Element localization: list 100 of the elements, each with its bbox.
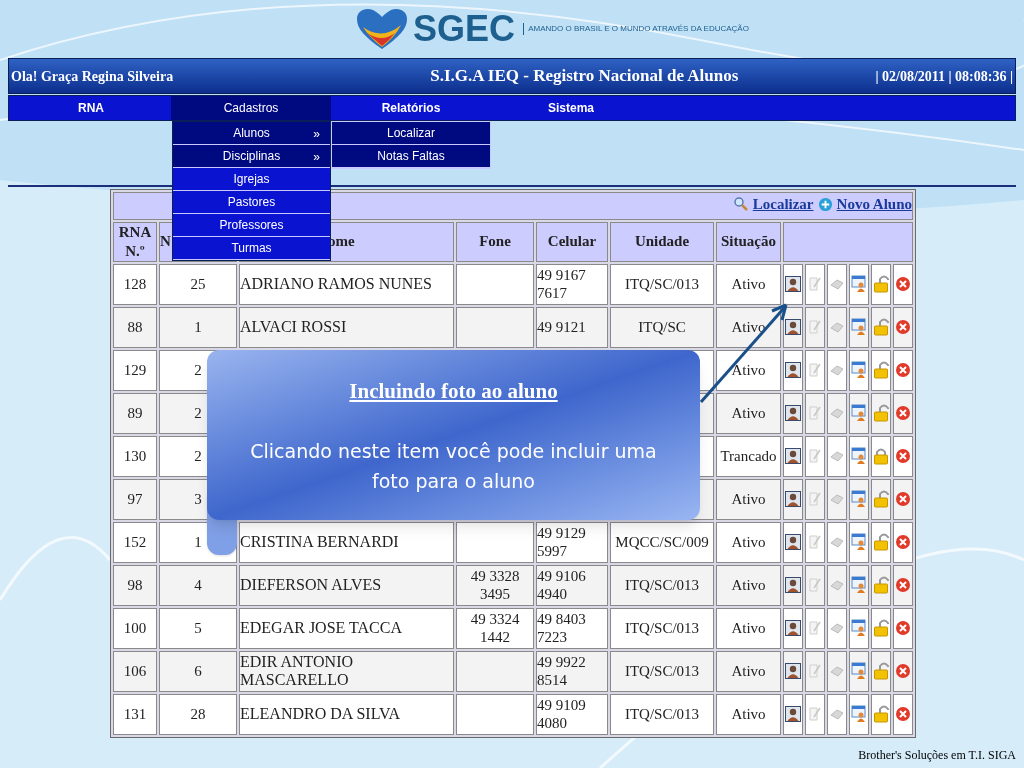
table-cell: MQCC/SC/009 [610,521,714,563]
open-lock-icon[interactable] [873,361,889,380]
nav-item[interactable]: Relatórios [331,96,491,120]
open-lock-icon[interactable] [873,662,889,681]
calendar-user-icon[interactable] [851,533,867,552]
calendar-user-icon[interactable] [851,404,867,423]
table-cell: ADRIANO RAMOS NUNES [239,263,454,305]
person-photo-icon[interactable] [785,491,801,508]
nav-item[interactable]: Cadastros [171,96,331,120]
calendar-user-icon[interactable] [851,447,867,466]
table-cell: ITQ/SC [610,306,714,348]
nav-item[interactable]: Sistema [491,96,651,120]
delete-icon[interactable] [895,620,911,637]
nav-item[interactable]: RNA [11,96,171,120]
open-lock-icon[interactable] [873,318,889,337]
column-header: Situação [716,221,781,262]
column-header: Fone [456,221,534,262]
table-cell: Ativo [716,478,781,520]
table-cell: CRISTINA BERNARDI [239,521,454,563]
calendar-user-icon[interactable] [851,275,867,294]
menu-item[interactable]: Localizar [332,122,490,145]
person-photo-icon[interactable] [785,534,801,551]
delete-icon[interactable] [895,319,911,336]
table-cell: 89 [113,392,157,434]
person-photo-icon[interactable] [785,663,801,680]
table-cell: 97 [113,478,157,520]
calendar-user-icon[interactable] [851,361,867,380]
new-student-link[interactable]: Novo Aluno [817,193,912,216]
table-cell: 49 3328 3495 [456,564,534,606]
calendar-user-icon[interactable] [851,490,867,509]
person-photo-icon[interactable] [785,448,801,465]
table-cell: 4 [159,564,237,606]
calendar-user-icon[interactable] [851,705,867,724]
delete-icon[interactable] [895,663,911,680]
table-cell: 98 [113,564,157,606]
table-cell: ITQ/SC/013 [610,607,714,649]
table-cell: 106 [113,650,157,692]
person-photo-icon[interactable] [785,620,801,637]
footer-text: Brother's Soluções em T.I. SIGA [858,747,1016,764]
table-cell: ITQ/SC/013 [610,263,714,305]
person-photo-icon[interactable] [785,706,801,723]
table-cell: 128 [113,263,157,305]
page-title: S.I.G.A IEQ - Registro Nacional de Alunos [430,65,739,88]
calendar-user-icon[interactable] [851,662,867,681]
search-icon [732,196,749,213]
callout-title: Incluindo foto ao aluno [349,378,558,405]
open-lock-icon[interactable] [873,275,889,294]
delete-icon[interactable] [895,405,911,422]
column-header: Unidade [610,221,714,262]
table-cell: Ativo [716,349,781,391]
person-photo-icon[interactable] [785,319,801,336]
table-cell: 49 9922 8514 [536,650,608,692]
delete-icon[interactable] [895,706,911,723]
open-lock-icon[interactable] [873,576,889,595]
submenu-arrow: » [313,126,320,143]
table-cell: Ativo [716,693,781,735]
menu-item[interactable]: Notas Faltas [332,145,490,168]
search-link[interactable]: Localizar [732,193,814,216]
delete-icon[interactable] [895,276,911,293]
table-cell: 5 [159,607,237,649]
delete-icon[interactable] [895,448,911,465]
table-cell: DIEFERSON ALVES [239,564,454,606]
menu-item[interactable]: Disciplinas » [173,145,330,168]
table-cell: ITQ/SC/013 [610,650,714,692]
menu-item[interactable]: Alunos » [173,122,330,145]
calendar-user-icon[interactable] [851,576,867,595]
column-header: RNA N.º [113,221,157,262]
calendar-user-icon[interactable] [851,619,867,638]
open-lock-icon[interactable] [873,533,889,552]
person-photo-icon[interactable] [785,276,801,293]
table-cell: 49 9121 [536,306,608,348]
heart-logo-icon [355,7,410,51]
table-cell: 49 9109 4080 [536,693,608,735]
closed-lock-icon[interactable] [873,447,889,466]
table-cell: 49 9106 4940 [536,564,608,606]
table-cell: Ativo [716,306,781,348]
table-cell: ITQ/SC/013 [610,693,714,735]
delete-icon[interactable] [895,362,911,379]
table-cell: 49 3324 1442 [456,607,534,649]
table-cell: 49 9167 7617 [536,263,608,305]
delete-icon[interactable] [895,577,911,594]
table-cell: 25 [159,263,237,305]
table-cell: Trancado [716,435,781,477]
open-lock-icon[interactable] [873,490,889,509]
person-photo-icon[interactable] [785,362,801,379]
open-lock-icon[interactable] [873,404,889,423]
table-cell: EDEGAR JOSE TACCA [239,607,454,649]
table-cell: 129 [113,349,157,391]
person-photo-icon[interactable] [785,405,801,422]
table-cell: 130 [113,435,157,477]
open-lock-icon[interactable] [873,619,889,638]
table-cell: 49 9129 5997 [536,521,608,563]
calendar-user-icon[interactable] [851,318,867,337]
table-cell: 28 [159,693,237,735]
delete-icon[interactable] [895,534,911,551]
table-cell: Ativo [716,650,781,692]
delete-icon[interactable] [895,491,911,508]
table-cell: Ativo [716,607,781,649]
person-photo-icon[interactable] [785,577,801,594]
open-lock-icon[interactable] [873,705,889,724]
